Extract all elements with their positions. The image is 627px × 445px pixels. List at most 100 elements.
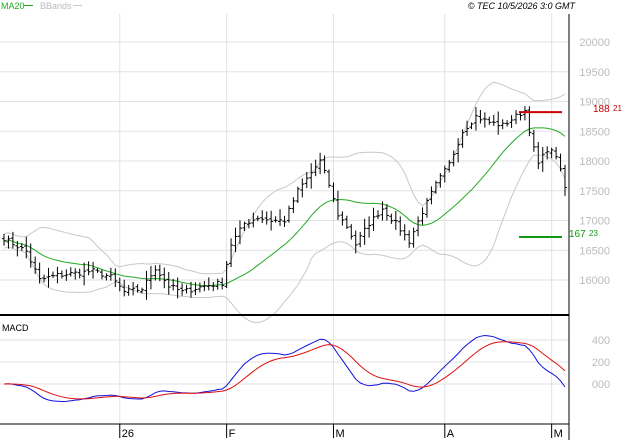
ohlc-bar xyxy=(55,266,60,284)
ohlc-bar xyxy=(335,190,340,220)
ohlc-bar xyxy=(349,224,354,240)
macd-title: MACD xyxy=(2,323,29,333)
ohlc-bar xyxy=(442,165,447,183)
ohlc-bar xyxy=(487,116,492,125)
time-tick-label: M xyxy=(335,428,344,440)
ohlc-bar xyxy=(104,273,109,281)
ohlc-bar xyxy=(144,270,149,300)
ohlc-bar xyxy=(99,269,104,280)
ohlc-bar xyxy=(162,267,167,289)
legend-ma-label: MA20 xyxy=(1,1,25,11)
ohlc-bar xyxy=(344,215,349,229)
ohlc-bar xyxy=(251,212,256,228)
ohlc-bar xyxy=(549,147,554,159)
ohlc-bar xyxy=(126,284,131,296)
ohlc-bar xyxy=(376,210,380,220)
chart-stage: 16000 16500 17000 17500 18000 18500 19000 19500… xyxy=(0,0,627,440)
ohlc-bar xyxy=(2,233,6,246)
ohlc-bar xyxy=(82,262,87,286)
price-tick-label: 17000 xyxy=(579,216,610,228)
ohlc-bar xyxy=(113,268,118,288)
ohlc-bar xyxy=(273,216,278,223)
ohlc-bar xyxy=(278,209,283,226)
price-tick-label: 16500 xyxy=(579,245,610,257)
ohlc-bar xyxy=(309,163,314,189)
macd-tick-label: 000 xyxy=(592,379,610,391)
level-label-resistance-sub: 21 xyxy=(613,104,622,113)
macd-line xyxy=(3,334,566,403)
signal-line xyxy=(3,341,566,400)
ohlc-bar xyxy=(304,172,309,189)
ohlc-bar xyxy=(50,271,55,278)
level-label-support-main: 167 xyxy=(569,229,586,240)
ohlc-bar xyxy=(491,114,496,126)
time-tick-label: F xyxy=(229,428,236,440)
price-tick-label: 18000 xyxy=(579,156,610,168)
ohlc-bar xyxy=(46,267,51,288)
price-tick-label: 18500 xyxy=(579,126,610,138)
ohlc-bar xyxy=(482,112,487,128)
ohlc-bar xyxy=(398,216,403,236)
ohlc-bar xyxy=(384,204,389,221)
ohlc-bar xyxy=(206,277,211,291)
ohlc-bar xyxy=(509,115,514,128)
ohlc-bar xyxy=(554,146,559,160)
ohlc-bar xyxy=(438,173,443,188)
ohlc-bar xyxy=(340,211,345,226)
time-tick-label: M xyxy=(554,428,563,440)
time-tick-label: 26 xyxy=(122,428,134,440)
ohlc-bar xyxy=(424,197,429,218)
ohlc-bar xyxy=(122,279,127,297)
ohlc-bar xyxy=(362,218,367,245)
ohlc-bar xyxy=(402,224,407,241)
ohlc-bar xyxy=(371,207,376,231)
ohlc-bar xyxy=(558,153,563,172)
ohlc-bar xyxy=(6,235,11,249)
ohlc-bar xyxy=(202,281,207,292)
ohlc-bar xyxy=(295,186,300,204)
ohlc-bar xyxy=(313,159,318,177)
price-tick-label: 20000 xyxy=(579,37,610,49)
ohlc-bar xyxy=(184,284,189,294)
ohlc-bar xyxy=(282,215,287,227)
ohlc-bar xyxy=(411,227,416,248)
ohlc-bar xyxy=(64,269,69,281)
ohlc-bar xyxy=(389,213,394,224)
ohlc-bar xyxy=(260,210,265,224)
ohlc-bar xyxy=(33,256,38,274)
ohlc-bar xyxy=(166,272,171,295)
ohlc-bar xyxy=(24,236,29,259)
ohlc-bar xyxy=(540,146,545,172)
axes: 1600016500170001750018000185001900019500… xyxy=(0,14,610,440)
ohlc-bar xyxy=(416,216,421,237)
ohlc-bar xyxy=(148,265,153,290)
ohlc-bar xyxy=(500,119,505,130)
ohlc-bar xyxy=(108,267,113,281)
ohlc-bar xyxy=(233,227,238,253)
ohlc-bar xyxy=(514,110,519,125)
ohlc-bar xyxy=(522,106,527,121)
ohlc-bar xyxy=(478,109,483,124)
ohlc-bar xyxy=(264,211,269,225)
price-tick-label: 19500 xyxy=(579,67,610,79)
level-label-resistance: 188 21 xyxy=(593,104,622,115)
level-label-support-sub: 23 xyxy=(589,229,598,238)
ohlc-bar xyxy=(242,221,247,231)
ohlc-bar xyxy=(59,270,64,279)
macd-tick-label: 200 xyxy=(592,357,610,369)
ohlc-bar xyxy=(68,267,73,277)
legend-bb-label: BBands xyxy=(40,1,72,11)
ohlc-bar xyxy=(473,106,478,131)
ohlc-bar xyxy=(420,207,425,225)
ohlc-bar xyxy=(42,274,47,283)
ohlc-bar xyxy=(469,122,474,130)
ohlc-bar xyxy=(73,268,78,280)
ohlc-bar xyxy=(300,178,305,198)
ohlc-bar xyxy=(327,169,332,188)
ohlc-bar xyxy=(531,129,536,152)
macd-lines xyxy=(3,334,566,403)
price-tick-label: 16000 xyxy=(579,275,610,287)
ohlc-bar xyxy=(407,230,412,248)
time-tick-label: A xyxy=(447,428,455,440)
ohlc-bar xyxy=(131,282,136,296)
